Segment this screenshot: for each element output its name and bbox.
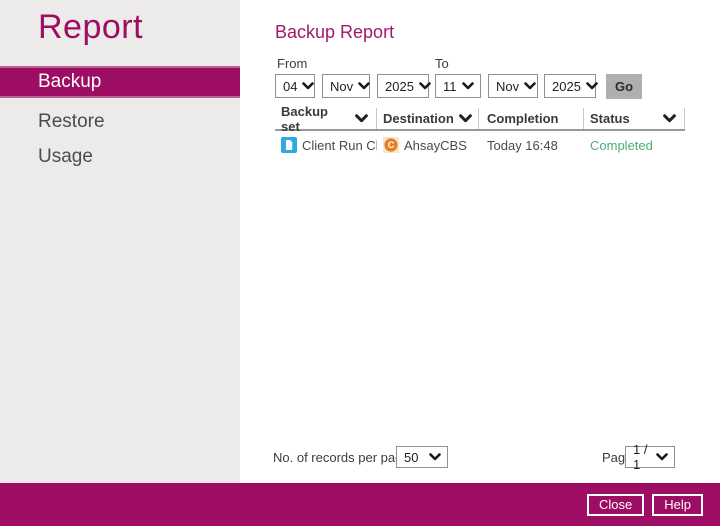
records-per-page-value: 50 — [404, 449, 419, 465]
chevron-down-icon — [302, 82, 315, 90]
close-button[interactable]: Close — [587, 493, 645, 516]
chevron-down-icon — [355, 114, 368, 123]
main-panel: Backup Report From To 04 Nov 2025 11 Nov… — [240, 0, 720, 483]
sidebar-item-backup[interactable]: Backup — [0, 66, 240, 98]
ahsaycbs-logo-icon: C — [383, 137, 399, 153]
chevron-down-icon — [524, 82, 536, 90]
sidebar-menu: Backup Restore Usage — [0, 66, 240, 174]
from-label: From — [277, 56, 308, 71]
sidebar-item-usage[interactable]: Usage — [0, 139, 240, 174]
to-month-select[interactable]: Nov — [488, 74, 538, 98]
from-year-select[interactable]: 2025 — [377, 74, 431, 98]
report-window: Report Backup Restore Usage Backup Repor… — [0, 0, 720, 526]
svg-text:C: C — [388, 140, 395, 151]
to-year-value: 2025 — [552, 78, 581, 94]
page-select[interactable]: 1 / 1 — [625, 442, 675, 472]
from-year-value: 2025 — [385, 78, 414, 94]
column-header-destination[interactable]: Destination — [377, 108, 479, 129]
chevron-down-icon — [663, 114, 676, 123]
cell-destination: C AhsayCBS — [377, 137, 479, 153]
from-month-value: Nov — [330, 78, 354, 94]
page-title: Report — [38, 8, 144, 46]
to-day-select[interactable]: 11 — [435, 74, 481, 98]
from-day-value: 04 — [283, 78, 298, 94]
page-value: 1 / 1 — [633, 442, 648, 472]
chevron-down-icon — [358, 82, 370, 90]
column-header-status[interactable]: Status — [584, 108, 685, 129]
to-day-value: 11 — [443, 78, 457, 94]
column-header-backup-set[interactable]: Backup set — [275, 104, 377, 134]
cell-backup-set: Client Run Clo... — [275, 137, 377, 153]
chevron-down-icon — [586, 82, 598, 90]
records-per-page-label: No. of records per page — [273, 450, 410, 465]
to-month-value: Nov — [496, 78, 520, 94]
chevron-down-icon — [429, 453, 441, 461]
report-table: Backup set Destination Completion Status — [275, 104, 685, 157]
from-day-select[interactable]: 04 — [275, 74, 315, 98]
chevron-down-icon — [656, 453, 668, 461]
from-month-select[interactable]: Nov — [322, 74, 370, 98]
records-per-page-select[interactable]: 50 — [396, 446, 448, 468]
sidebar-item-restore[interactable]: Restore — [0, 104, 240, 139]
to-label: To — [435, 56, 449, 71]
section-title: Backup Report — [275, 22, 395, 42]
chevron-down-icon — [458, 114, 472, 123]
sidebar: Report Backup Restore Usage — [0, 0, 240, 483]
to-year-select[interactable]: 2025 — [544, 74, 598, 98]
chevron-down-icon — [419, 82, 431, 90]
table-row[interactable]: Client Run Clo... C AhsayCBS Today 16:48… — [275, 133, 685, 157]
backup-set-document-icon — [281, 137, 297, 153]
chevron-down-icon — [462, 82, 474, 90]
go-button[interactable]: Go — [606, 74, 642, 99]
column-header-completion: Completion — [479, 108, 584, 129]
footer-bar: Close Help — [0, 483, 720, 526]
cell-status: Completed — [590, 137, 653, 153]
table-header-row: Backup set Destination Completion Status — [275, 104, 685, 134]
cell-completion: Today 16:48 — [487, 137, 558, 153]
help-button[interactable]: Help — [652, 493, 703, 516]
